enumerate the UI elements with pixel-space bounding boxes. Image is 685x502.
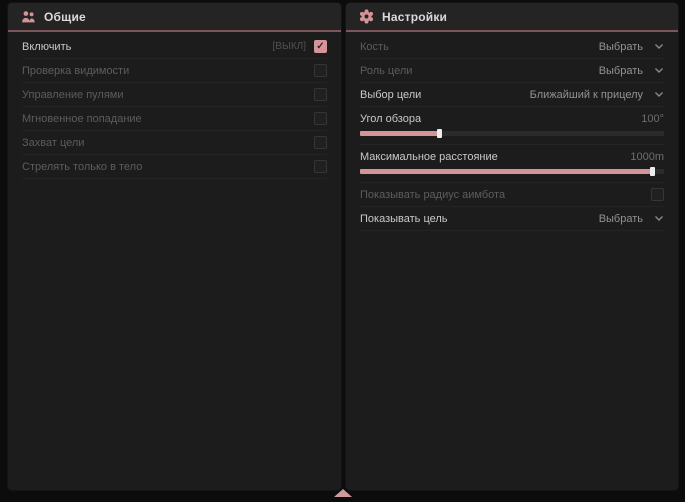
row-label: Стрелять только в тело <box>22 161 142 173</box>
row-controls: Выбрать <box>599 65 664 77</box>
row-label: Роль цели <box>360 65 412 77</box>
row-label: Показывать радиус аимбота <box>360 189 505 201</box>
slider-handle[interactable] <box>437 129 442 138</box>
chevron-down-icon <box>654 67 664 74</box>
checkbox-row: Включить [ВЫКЛ] ✓ <box>22 35 327 59</box>
row-label: Управление пулями <box>22 89 124 101</box>
gear-icon <box>359 9 374 24</box>
slider-value: 1000m <box>630 151 664 163</box>
slider-track[interactable] <box>360 131 664 136</box>
slider-fill <box>360 169 652 174</box>
checkbox-row: Стрелять только в тело <box>22 155 327 179</box>
panel-general-title: Общие <box>44 10 86 24</box>
row-label: Показывать цель <box>360 213 448 225</box>
checkbox-row: Захват цели <box>22 131 327 155</box>
checkbox[interactable]: ✓ <box>314 40 327 53</box>
row-controls <box>314 136 327 149</box>
select-row: Показывать цель Выбрать <box>360 207 664 231</box>
row-controls <box>314 64 327 77</box>
slider-value: 100° <box>641 113 664 125</box>
row-label: Проверка видимости <box>22 65 129 77</box>
slider-row-header: Максимальное расстояние 1000m <box>360 149 664 164</box>
select-value-text: Выбрать <box>599 41 643 53</box>
panel-general-rows: Включить [ВЫКЛ] ✓ Проверка видимости Управле… <box>8 32 341 179</box>
panel-settings-header: Настройки <box>346 3 678 32</box>
checkbox[interactable] <box>314 88 327 101</box>
slider-track[interactable] <box>360 169 664 174</box>
checkbox[interactable] <box>314 160 327 173</box>
row-label: Мгновенное попадание <box>22 113 142 125</box>
row-controls <box>314 88 327 101</box>
select-dropdown[interactable]: Выбрать <box>599 41 664 53</box>
checkbox[interactable] <box>314 64 327 77</box>
checkbox[interactable] <box>651 188 664 201</box>
cursor-triangle-icon <box>334 489 352 497</box>
chevron-down-icon <box>654 215 664 222</box>
users-icon <box>21 10 36 24</box>
select-value-text: Ближайший к прицелу <box>530 89 643 101</box>
row-controls: Выбрать <box>599 213 664 225</box>
panel-general: Общие Включить [ВЫКЛ] ✓ Проверка видимости У… <box>8 3 341 490</box>
select-dropdown[interactable]: Выбрать <box>599 213 664 225</box>
select-dropdown[interactable]: Выбрать <box>599 65 664 77</box>
row-controls <box>314 112 327 125</box>
checkbox[interactable] <box>314 112 327 125</box>
slider-row: Угол обзора 100° <box>360 107 664 145</box>
row-controls: Ближайший к прицелу <box>530 89 664 101</box>
checkbox[interactable] <box>314 136 327 149</box>
slider-handle[interactable] <box>650 167 655 176</box>
select-row: Роль цели Выбрать <box>360 59 664 83</box>
chevron-down-icon <box>654 91 664 98</box>
slider-fill <box>360 131 439 136</box>
checkbox-row: Мгновенное попадание <box>22 107 327 131</box>
row-label: Захват цели <box>22 137 84 149</box>
row-controls: Выбрать <box>599 41 664 53</box>
panel-settings: Настройки Кость Выбрать Роль цели Выбрать Вы… <box>346 3 678 490</box>
slider-label: Максимальное расстояние <box>360 151 498 163</box>
select-dropdown[interactable]: Ближайший к прицелу <box>530 89 664 101</box>
row-label: Выбор цели <box>360 89 421 101</box>
slider-row: Максимальное расстояние 1000m <box>360 145 664 183</box>
checkbox-row: Проверка видимости <box>22 59 327 83</box>
row-label: Включить <box>22 41 71 53</box>
row-label: Кость <box>360 41 389 53</box>
chevron-down-icon <box>654 43 664 50</box>
row-controls: [ВЫКЛ] ✓ <box>273 40 327 53</box>
select-value-text: Выбрать <box>599 213 643 225</box>
panel-general-header: Общие <box>8 3 341 32</box>
select-row: Выбор цели Ближайший к прицелу <box>360 83 664 107</box>
select-row: Кость Выбрать <box>360 35 664 59</box>
row-controls <box>314 160 327 173</box>
row-controls <box>651 188 664 201</box>
hotkey-badge: [ВЫКЛ] <box>273 41 306 52</box>
slider-label: Угол обзора <box>360 113 421 125</box>
slider-row-header: Угол обзора 100° <box>360 111 664 126</box>
select-value-text: Выбрать <box>599 65 643 77</box>
panel-settings-title: Настройки <box>382 10 447 24</box>
checkbox-row: Показывать радиус аимбота <box>360 183 664 207</box>
checkbox-row: Управление пулями <box>22 83 327 107</box>
panel-settings-rows: Кость Выбрать Роль цели Выбрать Выбор цели Бл… <box>346 32 678 231</box>
